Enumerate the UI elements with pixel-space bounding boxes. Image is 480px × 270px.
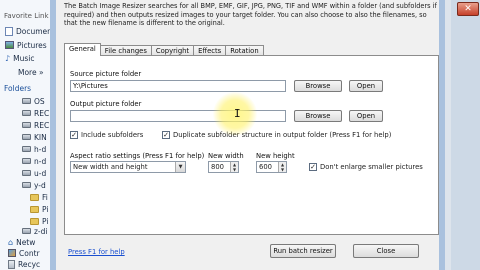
documents-icon bbox=[5, 26, 13, 36]
chevron-down-icon: ▼ bbox=[175, 162, 185, 172]
new-width-spinner[interactable]: 800 ▲ ▼ bbox=[208, 161, 239, 173]
control-panel-icon bbox=[8, 249, 16, 257]
drive-icon bbox=[22, 110, 31, 116]
new-height-value: 600 bbox=[259, 163, 272, 171]
tree-item[interactable]: REC bbox=[22, 107, 49, 119]
tree-item-label: h-d bbox=[34, 144, 47, 154]
tree-item-label: u-d bbox=[34, 168, 47, 178]
tree-item[interactable]: Recyc bbox=[8, 258, 40, 270]
tree-item[interactable]: OS bbox=[22, 95, 45, 107]
folder-icon bbox=[30, 193, 39, 201]
nav-link-label: Music bbox=[13, 53, 35, 63]
tree-item-label: z-di bbox=[34, 226, 48, 236]
recycle-bin-icon bbox=[8, 259, 15, 269]
new-width-label: New width bbox=[208, 152, 244, 160]
batch-resizer-dialog: The Batch Image Resizer searches for all… bbox=[50, 0, 445, 270]
tree-item-label: REC bbox=[34, 108, 50, 118]
checkbox-box: ✓ bbox=[70, 131, 78, 139]
spin-arrows-icon[interactable]: ▲ ▼ bbox=[278, 162, 286, 172]
new-height-label: New height bbox=[256, 152, 295, 160]
tree-item[interactable]: REC bbox=[22, 119, 49, 131]
tree-item[interactable]: Fi bbox=[30, 191, 48, 203]
new-width-value: 800 bbox=[211, 163, 224, 171]
help-link[interactable]: Press F1 for help bbox=[68, 248, 125, 256]
nav-link-documents[interactable]: Documen bbox=[5, 25, 52, 37]
checkbox-label: Don't enlarge smaller pictures bbox=[320, 163, 423, 171]
drive-icon bbox=[22, 170, 31, 176]
include-subfolders-checkbox[interactable]: ✓ Include subfolders bbox=[70, 131, 143, 139]
tab-general[interactable]: General bbox=[64, 43, 101, 56]
tree-item-label: Netw bbox=[16, 237, 36, 247]
aspect-ratio-select[interactable]: New width and height ▼ bbox=[70, 161, 186, 173]
favorite-links-header: Favorite Link bbox=[4, 12, 49, 20]
nav-link-music[interactable]: ♪ Music bbox=[5, 52, 34, 64]
drive-icon bbox=[22, 228, 31, 234]
tree-item-label: KIN bbox=[34, 132, 47, 142]
desktop-edge bbox=[451, 0, 480, 270]
drive-icon bbox=[22, 146, 31, 152]
tree-item[interactable]: KIN bbox=[22, 131, 47, 143]
run-batch-resizer-button[interactable]: Run batch resizer bbox=[270, 244, 336, 258]
checkbox-box: ✓ bbox=[309, 163, 317, 171]
nav-link-label: Documen bbox=[16, 26, 52, 36]
new-height-spinner[interactable]: 600 ▲ ▼ bbox=[256, 161, 287, 173]
source-open-button[interactable]: Open bbox=[349, 80, 383, 92]
drive-icon bbox=[22, 98, 31, 104]
drive-icon bbox=[22, 158, 31, 164]
tree-item-label: REC bbox=[34, 120, 50, 130]
tree-item-label: Recyc bbox=[18, 259, 41, 269]
aspect-ratio-label: Aspect ratio settings (Press F1 for help… bbox=[70, 152, 205, 160]
pictures-icon bbox=[5, 41, 14, 49]
spin-arrows-icon[interactable]: ▲ ▼ bbox=[230, 162, 238, 172]
checkbox-label: Duplicate subfolder structure in output … bbox=[173, 131, 392, 139]
duplicate-structure-checkbox[interactable]: ✓ Duplicate subfolder structure in outpu… bbox=[162, 131, 391, 139]
tree-item-label: Fi bbox=[42, 192, 48, 202]
more-links-button[interactable]: More » bbox=[18, 66, 44, 78]
dont-enlarge-checkbox[interactable]: ✓ Don't enlarge smaller pictures bbox=[309, 163, 423, 171]
general-panel: Source picture folder Y:\Pictures Browse… bbox=[64, 55, 439, 235]
drive-icon bbox=[22, 122, 31, 128]
tree-item[interactable]: y-d bbox=[22, 179, 46, 191]
close-button[interactable]: Close bbox=[353, 244, 419, 258]
source-folder-label: Source picture folder bbox=[70, 70, 142, 78]
output-folder-input[interactable] bbox=[70, 110, 286, 122]
folder-icon bbox=[30, 205, 39, 213]
window-close-button[interactable]: ✕ bbox=[457, 2, 479, 16]
checkbox-label: Include subfolders bbox=[81, 131, 144, 139]
drive-icon bbox=[22, 134, 31, 140]
network-icon: ⌂ bbox=[8, 237, 14, 247]
checkbox-box: ✓ bbox=[162, 131, 170, 139]
source-browse-button[interactable]: Browse bbox=[294, 80, 342, 92]
output-browse-button[interactable]: Browse bbox=[294, 110, 342, 122]
music-icon: ♪ bbox=[5, 53, 11, 63]
tree-item-label: Contr bbox=[19, 248, 40, 258]
folder-icon bbox=[30, 217, 39, 225]
intro-text: The Batch Image Resizer searches for all… bbox=[64, 2, 437, 28]
nav-link-pictures[interactable]: Pictures bbox=[5, 39, 47, 51]
source-folder-input[interactable]: Y:\Pictures bbox=[70, 80, 286, 92]
folders-header[interactable]: Folders bbox=[4, 82, 31, 94]
output-folder-label: Output picture folder bbox=[70, 100, 142, 108]
tree-item[interactable]: Pi bbox=[30, 203, 48, 215]
tree-item[interactable]: n-d bbox=[22, 155, 46, 167]
nav-link-label: Pictures bbox=[17, 40, 47, 50]
drive-icon bbox=[22, 182, 31, 188]
tree-item-label: OS bbox=[34, 96, 45, 106]
aspect-ratio-value: New width and height bbox=[73, 163, 148, 171]
tree-item[interactable]: h-d bbox=[22, 143, 46, 155]
output-open-button[interactable]: Open bbox=[349, 110, 383, 122]
tree-item[interactable]: u-d bbox=[22, 167, 46, 179]
tree-item-label: y-d bbox=[34, 180, 46, 190]
tree-item-label: n-d bbox=[34, 156, 47, 166]
tree-item-label: Pi bbox=[42, 204, 49, 214]
